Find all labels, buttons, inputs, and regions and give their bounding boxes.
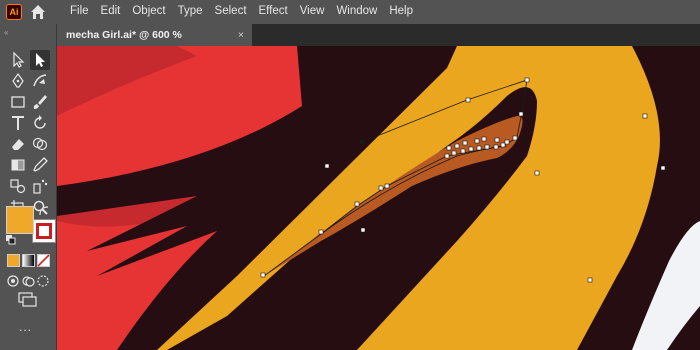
close-icon[interactable]: ×: [238, 24, 244, 46]
menu-select[interactable]: Select: [209, 0, 253, 24]
menu-view[interactable]: View: [294, 0, 331, 24]
eyedropper-tool-icon[interactable]: [30, 155, 50, 175]
menu-window[interactable]: Window: [330, 0, 383, 24]
menu-object[interactable]: Object: [126, 0, 171, 24]
none-mode-button[interactable]: [37, 254, 50, 267]
tools-panel: « ...: [0, 24, 57, 350]
gradient-tool-icon[interactable]: [8, 155, 28, 175]
symbol-sprayer-tool-icon[interactable]: [30, 176, 50, 196]
menu-effect[interactable]: Effect: [253, 0, 294, 24]
menu-file[interactable]: File: [64, 0, 95, 24]
collapse-panel-icon[interactable]: «: [4, 28, 8, 37]
gradient-mode-button[interactable]: [22, 254, 35, 267]
edit-toolbar-icon[interactable]: ...: [19, 320, 32, 334]
default-fill-stroke-icon[interactable]: [5, 234, 17, 246]
fill-swatch[interactable]: [6, 206, 34, 234]
rotate-tool-icon[interactable]: [30, 113, 50, 133]
direct-selection-tool-icon[interactable]: [30, 50, 50, 70]
eraser-tool-icon[interactable]: [8, 134, 28, 154]
draw-mode-icon[interactable]: [6, 274, 20, 288]
draw-inside-icon[interactable]: [36, 274, 50, 288]
menu-edit[interactable]: Edit: [95, 0, 127, 24]
document-tab[interactable]: mecha Girl.ai* @ 600 % (CMYK/Preview) ×: [57, 24, 252, 63]
curvature-tool-icon[interactable]: [30, 71, 50, 91]
pen-tool-icon[interactable]: [8, 71, 28, 91]
document-tab-bar: mecha Girl.ai* @ 600 % (CMYK/Preview) ×: [57, 24, 700, 63]
selection-tool-icon[interactable]: [8, 50, 28, 70]
artboard-canvas[interactable]: [57, 46, 700, 350]
rectangle-tool-icon[interactable]: [8, 92, 28, 112]
blend-tool-icon[interactable]: [8, 176, 28, 196]
type-tool-icon[interactable]: [8, 113, 28, 133]
menu-type[interactable]: Type: [172, 0, 209, 24]
paintbrush-tool-icon[interactable]: [30, 92, 50, 112]
swap-fill-stroke-icon[interactable]: [38, 205, 50, 217]
draw-behind-icon[interactable]: [21, 274, 35, 288]
menu-help[interactable]: Help: [383, 0, 419, 24]
artwork[interactable]: [57, 46, 700, 350]
home-icon[interactable]: [29, 3, 47, 21]
color-mode-button[interactable]: [7, 254, 20, 267]
stroke-swatch[interactable]: [32, 219, 56, 243]
stroke-hollow: [39, 226, 49, 236]
screen-mode-icon[interactable]: [18, 292, 38, 308]
shape-builder-tool-icon[interactable]: [30, 134, 50, 154]
illustrator-logo: Ai: [6, 4, 22, 20]
direction-handle: [360, 140, 364, 144]
menu-bar: Ai File Edit Object Type Select Effect V…: [0, 0, 700, 24]
